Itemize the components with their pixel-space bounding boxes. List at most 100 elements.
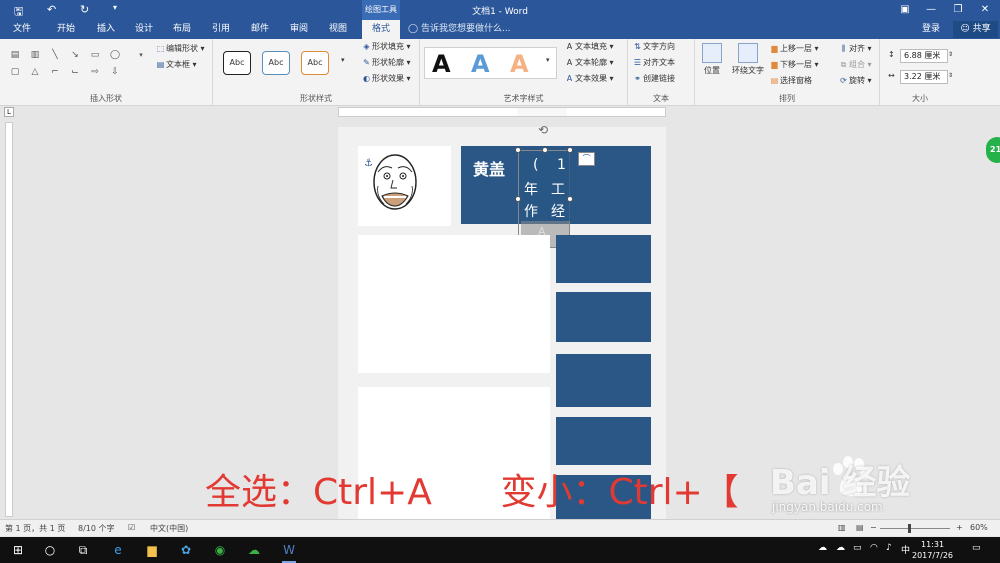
selected-text-box[interactable]: ( 1 年 工 作 经 A [515,147,573,251]
shape-textbox-icon[interactable]: ▤ [8,49,22,61]
wordart-style-black[interactable]: A [432,50,451,78]
restore-icon[interactable]: ❐ [946,2,970,18]
proofing-icon[interactable]: ☑ [128,523,135,532]
shape-outline-button[interactable]: ✎ 形状轮廓 ▾ [361,56,410,70]
task-view-icon[interactable]: ⧉ [74,541,92,559]
edge-browser-icon[interactable]: e [109,541,127,559]
tab-layout[interactable]: 布局 [164,20,200,39]
tab-mailings[interactable]: 邮件 [242,20,278,39]
create-link-button[interactable]: ⚭ 创建链接 [632,72,675,86]
read-mode-icon[interactable]: ▥ [838,523,846,532]
position-button[interactable]: 位置 [699,43,725,76]
wordart-style-orange[interactable]: A [510,50,529,78]
shape-width-input[interactable]: 3.22 厘米 [900,70,948,84]
shape-triangle-icon[interactable]: △ [28,66,42,78]
wordart-more-icon[interactable]: ▾ [546,53,550,67]
align-text-button[interactable]: ☰ 对齐文本 [632,56,675,70]
group-button[interactable]: ⧉ 组合 ▾ [838,58,872,72]
document-page[interactable]: ⚓ 黄盖 ⟲ ( 1 年 工 作 经 A ⌒ [338,123,666,519]
login-link[interactable]: 登录 [922,20,940,39]
page-count[interactable]: 第 1 页，共 1 页 [5,523,65,534]
selection-pane-button[interactable]: ▤ 选择窗格 [769,74,812,88]
horizontal-ruler[interactable] [338,107,666,117]
send-backward-button[interactable]: ▆ 下移一层 ▾ [769,58,818,72]
tell-me-search[interactable]: ◯ 告诉我您想要做什么... [408,20,511,39]
text-fill-button[interactable]: A 文本填充 ▾ [564,40,614,54]
app-icon[interactable]: ✿ [177,541,195,559]
zoom-level[interactable]: 60% [970,523,988,532]
meme-face-image[interactable] [370,152,420,218]
resize-handle-left[interactable] [515,196,521,202]
resize-handle-top-left[interactable] [515,147,521,153]
windows-start-icon[interactable]: ⊞ [9,541,27,559]
shape-rounded-rect-icon[interactable]: ▢ [8,66,22,78]
print-layout-icon[interactable]: ▤ [856,523,864,532]
text-box-button[interactable]: ▤ 文本框 ▾ [155,58,197,72]
cloud-tray-icon[interactable]: ☁ [836,543,845,553]
shape-line-icon[interactable]: ╲ [48,49,62,61]
cortana-search-icon[interactable]: ○ [41,541,59,559]
shape-styles-more-icon[interactable]: ▾ [341,53,345,67]
bring-forward-button[interactable]: ▆ 上移一层 ▾ [769,42,818,56]
text-box-content[interactable]: ( 1 年 工 作 经 [519,151,571,221]
word-count[interactable]: 8/10 个字 [78,523,115,534]
shape-effects-button[interactable]: ◐ 形状效果 ▾ [361,72,411,86]
shape-down-arrow-icon[interactable]: ⇩ [108,66,122,78]
tab-design[interactable]: 设计 [126,20,162,39]
width-spinner-icon[interactable]: ⇕ [948,69,953,83]
wifi-icon[interactable]: ◠ [870,543,878,553]
zoom-slider[interactable] [880,528,950,529]
network-tray-icon[interactable]: ▭ [853,543,862,553]
notification-icon[interactable]: ▭ [972,543,981,553]
wechat-tray-icon[interactable]: ☁ [818,543,827,553]
minimize-icon[interactable]: — [919,2,943,18]
shape-oval-icon[interactable]: ◯ [108,49,122,61]
file-explorer-icon[interactable]: ▆ [143,541,161,559]
shapes-more-icon[interactable]: ▾ [134,49,148,61]
tab-format[interactable]: 格式 [362,20,400,39]
language-status[interactable]: 中文(中国) [150,523,188,534]
tab-file[interactable]: 文件 [4,20,40,39]
rotate-handle-icon[interactable]: ⟲ [538,123,548,137]
share-button[interactable]: ☺ 共享 [953,21,998,38]
resize-handle-top[interactable] [542,147,548,153]
shape-style-2[interactable]: Abc [262,51,290,75]
resize-handle-top-right[interactable] [567,147,573,153]
shape-arrow-line-icon[interactable]: ↘ [68,49,82,61]
wechat-icon[interactable]: ☁ [245,541,263,559]
close-icon[interactable]: ✕ [973,2,997,18]
shape-elbow-icon[interactable]: ⌐ [48,66,62,78]
layout-options-icon[interactable]: ⌒ [578,152,595,166]
system-clock[interactable]: 11:31 2017/7/26 [912,539,953,561]
zoom-in-button[interactable]: + [956,523,963,532]
sidebar-block[interactable] [556,292,651,342]
volume-icon[interactable]: ♪ [886,543,892,553]
zoom-slider-thumb[interactable] [908,524,911,533]
wordart-style-blue[interactable]: A [471,50,490,78]
shape-rectangle-icon[interactable]: ▭ [88,49,102,61]
tab-view[interactable]: 视图 [320,20,356,39]
edit-shape-button[interactable]: ⬚ 编辑形状 ▾ [155,42,205,56]
360-browser-icon[interactable]: ◉ [211,541,229,559]
text-effects-button[interactable]: A 文本效果 ▾ [564,72,614,86]
text-outline-button[interactable]: A 文本轮廓 ▾ [564,56,614,70]
sidebar-block[interactable] [556,417,651,465]
shape-fill-button[interactable]: ◈ 形状填充 ▾ [361,40,410,54]
side-notification-badge[interactable]: 21 [986,137,1000,163]
shape-vertical-textbox-icon[interactable]: ▥ [28,49,42,61]
shape-height-input[interactable]: 6.88 厘米 [900,49,948,63]
tab-references[interactable]: 引用 [203,20,239,39]
text-direction-button[interactable]: ⇅ 文字方向 [632,40,675,54]
align-button[interactable]: ⫼ 对齐 ▾ [838,42,872,56]
word-taskbar-icon[interactable]: W [280,541,298,563]
shape-style-1[interactable]: Abc [223,51,251,75]
tab-review[interactable]: 审阅 [281,20,317,39]
shape-connector-icon[interactable]: ⌙ [68,66,82,78]
resume-name[interactable]: 黄盖 [473,156,505,180]
content-block[interactable] [358,235,550,373]
tab-insert[interactable]: 插入 [88,20,124,39]
sidebar-block[interactable] [556,354,651,407]
shape-style-3[interactable]: Abc [301,51,329,75]
ime-indicator[interactable]: 中 [901,543,910,556]
shape-right-arrow-icon[interactable]: ⇨ [88,66,102,78]
